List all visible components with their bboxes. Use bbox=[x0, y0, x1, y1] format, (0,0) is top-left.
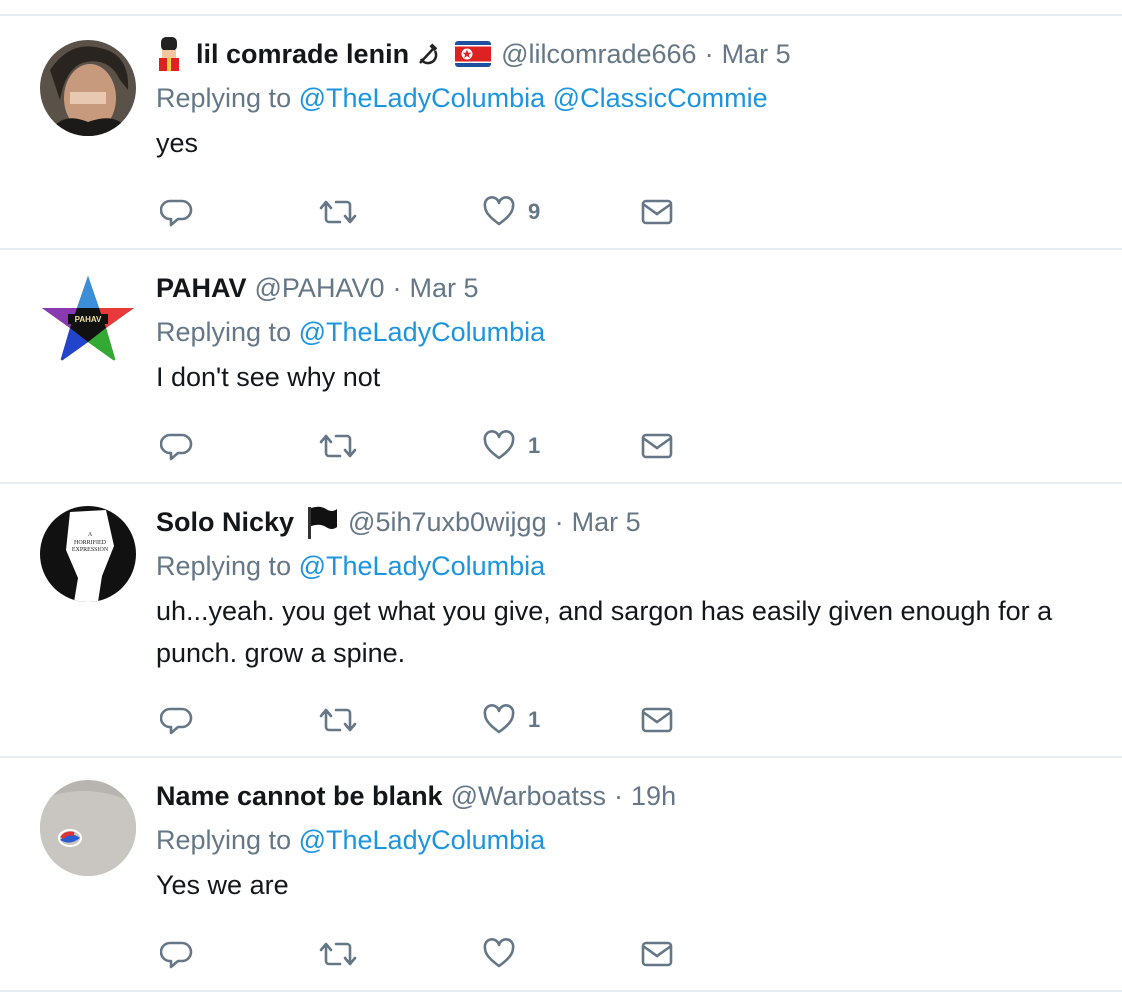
direct-message-button[interactable] bbox=[640, 934, 674, 974]
like-button[interactable]: 1 bbox=[482, 426, 540, 466]
tweet-actions: 9 bbox=[160, 192, 680, 232]
tweet-actions: 1 bbox=[160, 700, 680, 740]
like-button[interactable]: 1 bbox=[482, 700, 540, 740]
direct-message-button[interactable] bbox=[640, 700, 674, 740]
reply-button[interactable] bbox=[160, 426, 194, 466]
tweet-1[interactable]: lil comrade lenin @lilcomrade666 · Mar 5… bbox=[0, 16, 1122, 250]
svg-text:EXPRESSION: EXPRESSION bbox=[72, 547, 109, 553]
tweet-actions bbox=[160, 934, 680, 974]
tweet-2[interactable]: PAHAV PAHAV @PAHAV0 · Mar 5 Replying to … bbox=[0, 250, 1122, 484]
envelope-icon bbox=[640, 937, 674, 971]
heart-icon bbox=[482, 195, 516, 229]
tweet-text: uh...yeah. you get what you give, and sa… bbox=[156, 590, 1102, 674]
author-handle[interactable]: @lilcomrade666 bbox=[501, 39, 697, 70]
retweet-button[interactable] bbox=[318, 192, 358, 232]
author-name[interactable]: Solo Nicky bbox=[156, 507, 294, 538]
avatar-label: PAHAV bbox=[75, 315, 102, 324]
avatar[interactable]: PAHAV bbox=[40, 272, 136, 368]
replying-to: Replying to @TheLadyColumbia bbox=[156, 542, 1102, 590]
replying-prefix: Replying to bbox=[156, 317, 292, 347]
envelope-icon bbox=[640, 195, 674, 229]
tweet-4[interactable]: Name cannot be blank @Warboatss · 19h Re… bbox=[0, 758, 1122, 992]
author-handle[interactable]: @PAHAV0 bbox=[255, 273, 385, 304]
envelope-icon bbox=[640, 703, 674, 737]
hammer-sickle-icon bbox=[417, 43, 439, 65]
retweet-icon bbox=[318, 703, 358, 737]
envelope-icon bbox=[640, 429, 674, 463]
separator-dot: · bbox=[614, 780, 624, 811]
replying-prefix: Replying to bbox=[156, 83, 292, 113]
reply-icon bbox=[160, 429, 194, 463]
like-count: 9 bbox=[528, 199, 541, 224]
mention-link[interactable]: @TheLadyColumbia bbox=[299, 825, 546, 855]
replying-to: Replying to @TheLadyColumbia bbox=[156, 816, 1102, 864]
replying-prefix: Replying to bbox=[156, 825, 292, 855]
direct-message-button[interactable] bbox=[640, 192, 674, 232]
like-count: 1 bbox=[528, 707, 541, 732]
replying-to: Replying to @TheLadyColumbia @ClassicCom… bbox=[156, 74, 1102, 122]
mention-link[interactable]: @ClassicCommie bbox=[553, 83, 768, 113]
reply-icon bbox=[160, 937, 194, 971]
heart-icon bbox=[482, 703, 516, 737]
timestamp[interactable]: Mar 5 bbox=[409, 273, 478, 304]
mention-link[interactable]: @TheLadyColumbia bbox=[299, 317, 546, 347]
replying-to: Replying to @TheLadyColumbia bbox=[156, 308, 1102, 356]
separator-dot: · bbox=[704, 38, 714, 69]
like-button[interactable]: 9 bbox=[482, 192, 540, 232]
timestamp[interactable]: Mar 5 bbox=[722, 39, 791, 70]
tweet-text-line: uh...yeah. you get what you give, and sa… bbox=[156, 596, 1053, 626]
heart-icon bbox=[482, 937, 516, 971]
tweet-actions: 1 bbox=[160, 426, 680, 466]
tweet-text: yes bbox=[156, 128, 199, 158]
like-count: 1 bbox=[528, 433, 541, 458]
black-flag-icon bbox=[306, 505, 338, 539]
svg-text:A: A bbox=[88, 532, 93, 538]
guard-emoji-icon bbox=[156, 37, 182, 71]
north-korea-flag-icon bbox=[455, 41, 492, 67]
author-name[interactable]: lil comrade lenin bbox=[196, 39, 409, 70]
tweet-3[interactable]: A HORRIFIED EXPRESSION Solo Nicky @5ih7u… bbox=[0, 484, 1122, 758]
timestamp[interactable]: Mar 5 bbox=[572, 507, 641, 538]
retweet-icon bbox=[318, 937, 358, 971]
author-handle[interactable]: @5ih7uxb0wijgg bbox=[348, 507, 547, 538]
tweet-text: I don't see why not bbox=[156, 362, 381, 392]
reply-button[interactable] bbox=[160, 192, 194, 232]
avatar[interactable] bbox=[40, 780, 136, 876]
retweet-button[interactable] bbox=[318, 934, 358, 974]
replying-prefix: Replying to bbox=[156, 551, 292, 581]
separator-dot: · bbox=[392, 272, 402, 303]
avatar[interactable] bbox=[40, 40, 136, 136]
retweet-button[interactable] bbox=[318, 426, 358, 466]
avatar[interactable]: A HORRIFIED EXPRESSION bbox=[40, 506, 136, 602]
heart-icon bbox=[482, 429, 516, 463]
reply-icon bbox=[160, 195, 194, 229]
retweet-icon bbox=[318, 195, 358, 229]
retweet-button[interactable] bbox=[318, 700, 358, 740]
author-handle[interactable]: @Warboatss bbox=[451, 781, 606, 812]
tweet-text-line: punch. grow a spine. bbox=[156, 638, 406, 668]
mention-link[interactable]: @TheLadyColumbia bbox=[299, 83, 546, 113]
reply-icon bbox=[160, 703, 194, 737]
mention-link[interactable]: @TheLadyColumbia bbox=[299, 551, 546, 581]
direct-message-button[interactable] bbox=[640, 426, 674, 466]
timestamp[interactable]: 19h bbox=[631, 781, 676, 812]
separator-dot: · bbox=[554, 506, 564, 537]
svg-text:HORRIFIED: HORRIFIED bbox=[74, 540, 107, 546]
author-name[interactable]: Name cannot be blank bbox=[156, 781, 443, 812]
reply-button[interactable] bbox=[160, 700, 194, 740]
retweet-icon bbox=[318, 429, 358, 463]
author-name[interactable]: PAHAV bbox=[156, 273, 247, 304]
tweet-text: Yes we are bbox=[156, 870, 289, 900]
reply-button[interactable] bbox=[160, 934, 194, 974]
like-button[interactable] bbox=[482, 934, 516, 974]
